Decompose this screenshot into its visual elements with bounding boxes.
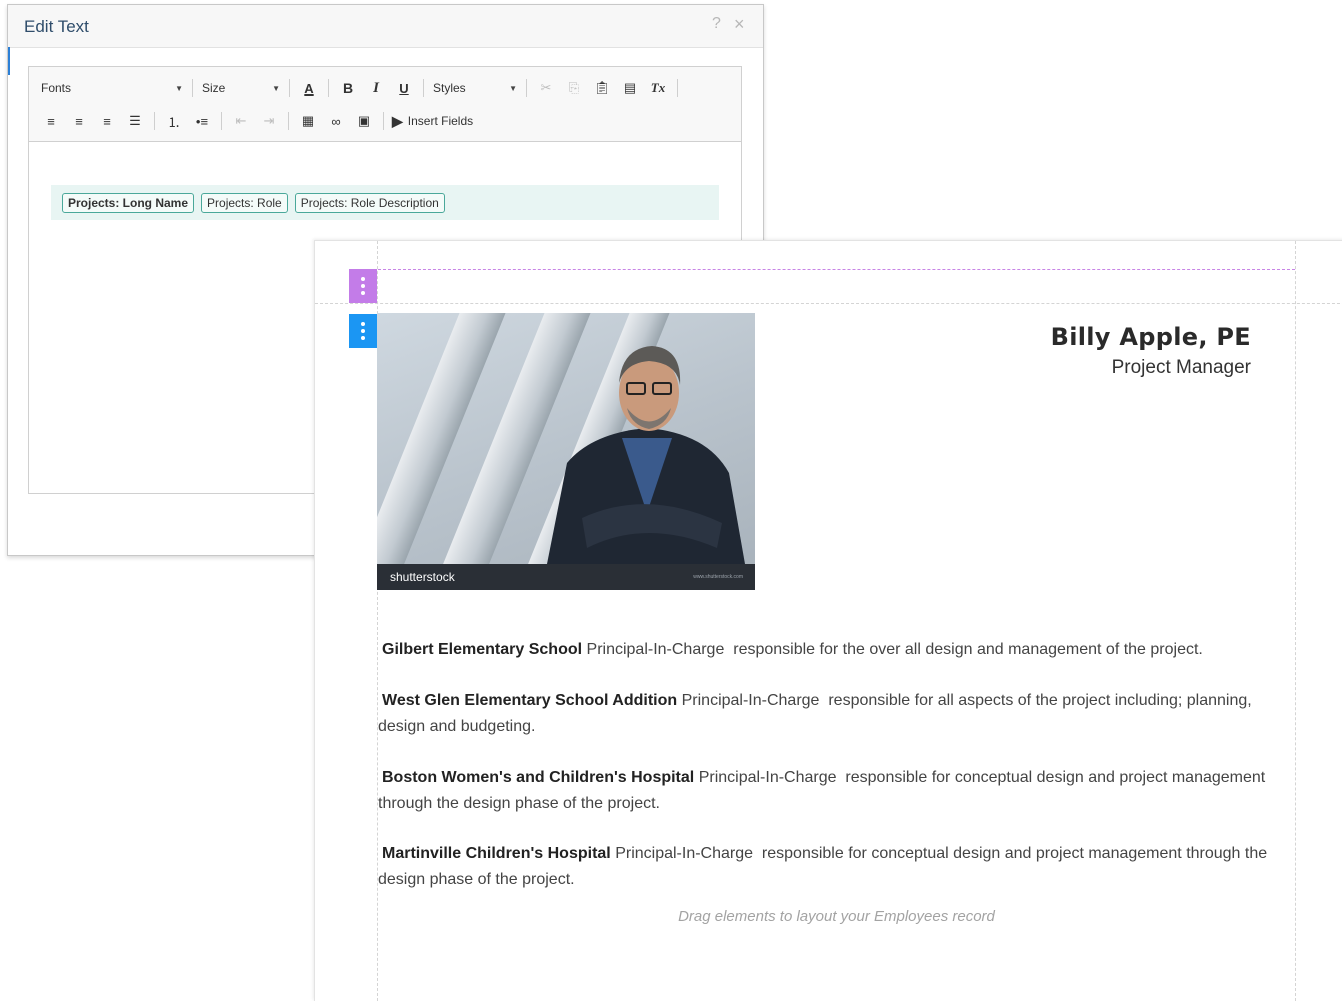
chevron-down-icon: ▼ [509,83,517,93]
field-chip-role-description[interactable]: Projects: Role Description [294,192,445,213]
styles-label: Styles [433,81,466,95]
photo-caption-small: www.shutterstock.com [693,574,743,580]
align-center-icon[interactable]: ≡ [67,110,91,132]
outdent-icon[interactable]: ⇤ [229,110,253,132]
project-name: Gilbert Elementary School [382,641,583,658]
cut-icon[interactable]: ✂ [534,77,558,99]
link-icon[interactable]: ∞ [324,110,348,132]
photo-watermark: shutterstock [390,570,455,584]
table-icon[interactable]: ▦ [296,110,320,132]
row-drag-handle[interactable] [349,269,377,303]
chevron-down-icon: ▼ [272,83,280,93]
project-entry[interactable]: West Glen Elementary School Addition Pri… [378,688,1290,740]
merge-field-row[interactable]: Projects: Long Name Projects: Role Proje… [51,185,719,220]
toolbar-row-2: ≡ ≡ ≡ ☰ ⒈ •≡ ⇤ ⇥ ▦ ∞ ▣ ▶ Insert Fields [37,108,473,134]
size-dropdown[interactable]: Size ▼ [198,77,284,99]
italic-button[interactable]: I [364,77,388,99]
drag-hint: Drag elements to layout your Employees r… [678,908,995,925]
fonts-label: Fonts [41,81,72,95]
row-guide [315,303,1342,304]
project-role: Principal-In-Charge [615,845,754,862]
employee-photo[interactable]: shutterstock www.shutterstock.com [377,313,755,590]
toolbar-separator [288,112,289,130]
project-name: Martinville Children's Hospital [382,845,611,862]
layout-canvas: shutterstock www.shutterstock.com Billy … [314,240,1342,1001]
toolbar-separator [677,79,678,97]
chevron-down-icon: ▼ [175,83,183,93]
project-description: responsible for the over all design and … [733,641,1203,658]
fonts-dropdown[interactable]: Fonts ▼ [37,77,187,99]
paste-icon[interactable]: 📋︎ [590,77,614,99]
selected-row-outline [378,269,1295,270]
drag-dots-icon [361,321,365,342]
align-left-icon[interactable]: ≡ [39,110,63,132]
insert-fields-icon: ▶ [392,112,403,129]
remove-format-icon[interactable]: Tx [646,77,670,99]
column-guide [1295,241,1296,1001]
dialog-header: Edit Text ? × [8,5,763,48]
align-justify-icon[interactable]: ☰ [123,110,147,132]
toolbar-separator [526,79,527,97]
toolbar-separator [423,79,424,97]
dialog-title: Edit Text [24,17,89,36]
numbered-list-icon[interactable]: ⒈ [162,110,186,132]
toolbar-row-1: Fonts ▼ Size ▼ A B I U Styles ▼ ✂ ⎘ 📋︎ ▤… [37,75,683,101]
underline-button[interactable]: U [392,77,416,99]
help-icon[interactable]: ? [712,15,721,33]
font-color-button[interactable]: A [297,77,321,99]
indent-icon[interactable]: ⇥ [257,110,281,132]
project-role: Principal-In-Charge [698,769,837,786]
styles-dropdown[interactable]: Styles ▼ [429,77,521,99]
project-entry[interactable]: Boston Women's and Children's Hospital P… [378,765,1290,817]
size-label: Size [202,81,226,95]
toolbar-separator [221,112,222,130]
bold-button[interactable]: B [336,77,360,99]
drag-dots-icon [361,276,365,297]
toolbar-separator [289,79,290,97]
toolbar-separator [383,112,384,130]
employee-title[interactable]: Project Manager [1112,357,1251,379]
dialog-accent-bar [8,47,10,75]
bulleted-list-icon[interactable]: •≡ [190,110,214,132]
align-right-icon[interactable]: ≡ [95,110,119,132]
project-role: Principal-In-Charge [681,692,820,709]
project-role: Principal-In-Charge [586,641,725,658]
toolbar-separator [328,79,329,97]
element-drag-handle[interactable] [349,314,377,348]
insert-fields-label: Insert Fields [407,114,474,128]
person-illustration [547,346,745,564]
close-icon[interactable]: × [734,14,745,35]
copy-icon[interactable]: ⎘ [562,77,586,99]
field-chip-role[interactable]: Projects: Role [201,192,288,213]
toolbar-separator [192,79,193,97]
photo-watermark-bar: shutterstock www.shutterstock.com [377,564,755,590]
toolbar-separator [154,112,155,130]
paste-text-icon[interactable]: ▤ [618,77,642,99]
project-entry[interactable]: Gilbert Elementary School Principal-In-C… [378,637,1290,663]
project-name: Boston Women's and Children's Hospital [382,769,695,786]
employee-name[interactable]: Billy Apple, PE [1051,323,1251,351]
field-chip-long-name[interactable]: Projects: Long Name [62,192,195,213]
project-name: West Glen Elementary School Addition [382,692,678,709]
project-entry[interactable]: Martinville Children's Hospital Principa… [378,841,1290,893]
insert-fields-button[interactable]: ▶ Insert Fields [392,113,473,130]
image-icon[interactable]: ▣ [352,110,376,132]
editor-toolbar: Fonts ▼ Size ▼ A B I U Styles ▼ ✂ ⎘ 📋︎ ▤… [29,67,741,142]
